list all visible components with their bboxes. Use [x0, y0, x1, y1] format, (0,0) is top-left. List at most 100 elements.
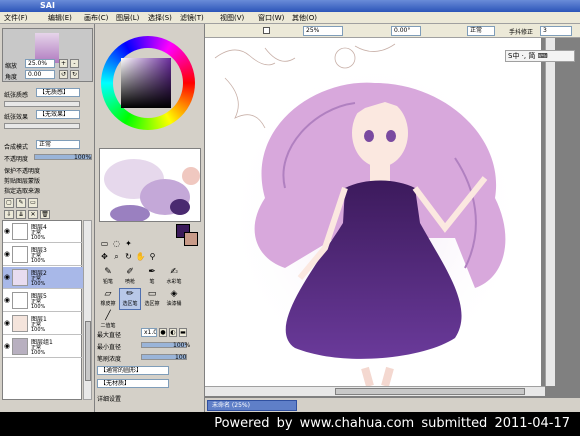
canvas-horizontal-scrollbar[interactable]: [205, 386, 545, 396]
layer-thumbnail: [12, 338, 28, 355]
nav-zoom-field[interactable]: 25.0%: [25, 59, 55, 68]
eye-icon[interactable]: ◉: [4, 296, 10, 304]
layer-row[interactable]: ◉ 图层3 正常 100%: [3, 244, 83, 266]
eye-icon[interactable]: ◉: [4, 319, 10, 327]
hand-icon[interactable]: ✋: [135, 251, 146, 262]
layer-opacity: 100%: [31, 327, 46, 333]
menu-other[interactable]: 其他(O): [292, 13, 317, 23]
layer-scrollbar[interactable]: [83, 220, 92, 400]
saturation-value-square[interactable]: [121, 58, 171, 108]
eye-icon[interactable]: ◉: [4, 342, 10, 350]
document-tab[interactable]: 未命名 (25%): [207, 400, 297, 411]
background-color-swatch[interactable]: [184, 232, 198, 246]
clear-layer-button[interactable]: ✕: [28, 210, 38, 219]
paper-effect-select[interactable]: 【无效果】: [36, 110, 80, 119]
eyedropper-icon[interactable]: ⚲: [147, 251, 158, 262]
paper-texture-slider[interactable]: [4, 101, 80, 107]
menu-window[interactable]: 窗口(W): [258, 13, 284, 23]
nav-zoom-out-button[interactable]: -: [70, 59, 79, 68]
sai-window: SAI 文件(F) 编辑(E) 画布(C) 图层(L) 选择(S) 滤镜(T) …: [0, 0, 580, 436]
menu-view[interactable]: 视图(V): [220, 13, 244, 23]
layer-row[interactable]: ◉ 图层5 正常 100%: [3, 290, 83, 312]
layer-row-selected[interactable]: ◉ 图层2 正常 100%: [3, 267, 83, 289]
blend-mode-label: 合成模式: [4, 144, 29, 151]
tool-eraser[interactable]: ▱ 橡皮擦: [97, 288, 119, 310]
magic-wand-icon[interactable]: ✦: [123, 238, 134, 249]
drawing-canvas[interactable]: [205, 38, 541, 386]
tool-pen[interactable]: ✒ 笔: [141, 266, 163, 288]
layer-row[interactable]: ◉ 图层1 正常 100%: [3, 313, 83, 335]
brush-shape-round-button[interactable]: ●: [159, 328, 167, 337]
app-title: SAI: [40, 1, 55, 10]
tool-binary-pen[interactable]: ╱ 二值笔: [97, 310, 119, 332]
paper-texture-select[interactable]: 【无质感】: [36, 88, 80, 97]
ime-toolbar[interactable]: S中 ·, 简 ⌨: [505, 50, 575, 62]
layer-thumbnail: [12, 315, 28, 332]
navigator[interactable]: 缩放 25.0% + - 角度 0.00 ↺ ↻: [2, 28, 93, 82]
eye-icon[interactable]: ◉: [4, 273, 10, 281]
tool-selection-pen[interactable]: ✏ 选区笔: [119, 288, 141, 310]
transfer-down-button[interactable]: ⇩: [4, 210, 14, 219]
new-layer-button[interactable]: ▢: [4, 198, 14, 208]
selection-source-checkbox[interactable]: 指定选取来源: [4, 186, 40, 195]
paper-texture-label: 纸张质感: [4, 92, 29, 99]
scratchpad[interactable]: [99, 148, 201, 222]
menu-bar: 文件(F) 编辑(E) 画布(C) 图层(L) 选择(S) 滤镜(T) 视图(V…: [0, 12, 580, 24]
layer-row[interactable]: ◉ 图层组1 正常 100%: [3, 336, 83, 358]
tool-bucket[interactable]: ◈ 油漆桶: [163, 288, 185, 310]
brush-texture-select[interactable]: 【无材质】: [97, 379, 169, 388]
zoom-icon[interactable]: ⌕: [111, 251, 122, 262]
merge-down-button[interactable]: ⇊: [16, 210, 26, 219]
select-rect-icon[interactable]: ▭: [99, 238, 110, 249]
new-folder-button[interactable]: ▭: [28, 198, 38, 208]
min-size-label: 最小直径: [97, 344, 122, 351]
document-tab-bar: 未命名 (25%): [205, 398, 580, 412]
tool-pencil[interactable]: ✎ 铅笔: [97, 266, 119, 288]
nav-angle-field[interactable]: 0.00: [25, 70, 55, 79]
menu-file[interactable]: 文件(F): [4, 13, 28, 23]
nav-rotate-left-button[interactable]: ↺: [59, 70, 68, 79]
layer-list: ◉ 图层4 正常 100% ◉ 图层3 正常 100% ◉ 图层2 正常 100…: [2, 220, 83, 400]
tool-panel: ▭ ◌ ✦ ✥ ⌕ ↻ ✋ ⚲ ✎ 铅笔 ✐ 喷枪 ✒ 笔 ✍ 水彩笔 ▱ 橡皮擦 ✏ 选区…: [95, 24, 205, 412]
protect-opacity-checkbox[interactable]: 保护不透明度: [4, 166, 40, 175]
toolbar-zoom-field[interactable]: 25%: [303, 26, 343, 36]
lasso-icon[interactable]: ◌: [111, 238, 122, 249]
layer-opacity: 100%: [31, 281, 46, 287]
delete-layer-button[interactable]: 🗑: [40, 210, 50, 219]
rotate-icon[interactable]: ↻: [123, 251, 134, 262]
layer-thumbnail: [12, 223, 28, 240]
tool-selection-eraser[interactable]: ▭ 选区擦: [141, 288, 163, 310]
detail-settings-toggle[interactable]: 详细设置: [97, 394, 121, 403]
brush-shape-flat-button[interactable]: ▬: [179, 328, 187, 337]
blend-mode-select[interactable]: 正常: [36, 140, 80, 149]
move-icon[interactable]: ✥: [99, 251, 110, 262]
tool-airbrush[interactable]: ✐ 喷枪: [119, 266, 141, 288]
brush-shape-soft-button[interactable]: ◐: [169, 328, 177, 337]
menu-filter[interactable]: 滤镜(T): [180, 13, 204, 23]
brush-shape-select[interactable]: 【通常的圆形】: [97, 366, 169, 375]
clipping-mask-checkbox[interactable]: 剪贴图层蒙版: [4, 176, 40, 185]
layer-row[interactable]: ◉ 图层4 正常 100%: [3, 221, 83, 243]
menu-edit[interactable]: 编辑(E): [48, 13, 72, 23]
menu-layer[interactable]: 图层(L): [116, 13, 139, 23]
eye-icon[interactable]: ◉: [4, 250, 10, 258]
layer-opacity: 100%: [31, 304, 46, 310]
illustration: [214, 43, 525, 386]
brush-size-label: 最大直径: [97, 332, 122, 339]
density-label: 笔刷浓度: [97, 356, 122, 363]
toolbar-checkbox[interactable]: [263, 27, 270, 34]
stabilizer-select[interactable]: 3: [540, 26, 572, 36]
nav-rotate-right-button[interactable]: ↻: [70, 70, 79, 79]
paper-effect-label: 纸张效果: [4, 114, 29, 121]
toolbar-mode-select[interactable]: 正常: [467, 26, 495, 36]
toolbar-angle-field[interactable]: 0.00°: [391, 26, 421, 36]
tool-watercolor[interactable]: ✍ 水彩笔: [163, 266, 185, 288]
new-linework-button[interactable]: ✎: [16, 198, 26, 208]
eye-icon[interactable]: ◉: [4, 227, 10, 235]
canvas-vertical-scrollbar[interactable]: [545, 38, 555, 386]
menu-canvas[interactable]: 画布(C): [84, 13, 108, 23]
menu-select[interactable]: 选择(S): [148, 13, 172, 23]
paper-effect-slider[interactable]: [4, 123, 80, 129]
brush-size-multiplier[interactable]: x1.0: [141, 328, 157, 337]
nav-zoom-in-button[interactable]: +: [59, 59, 68, 68]
